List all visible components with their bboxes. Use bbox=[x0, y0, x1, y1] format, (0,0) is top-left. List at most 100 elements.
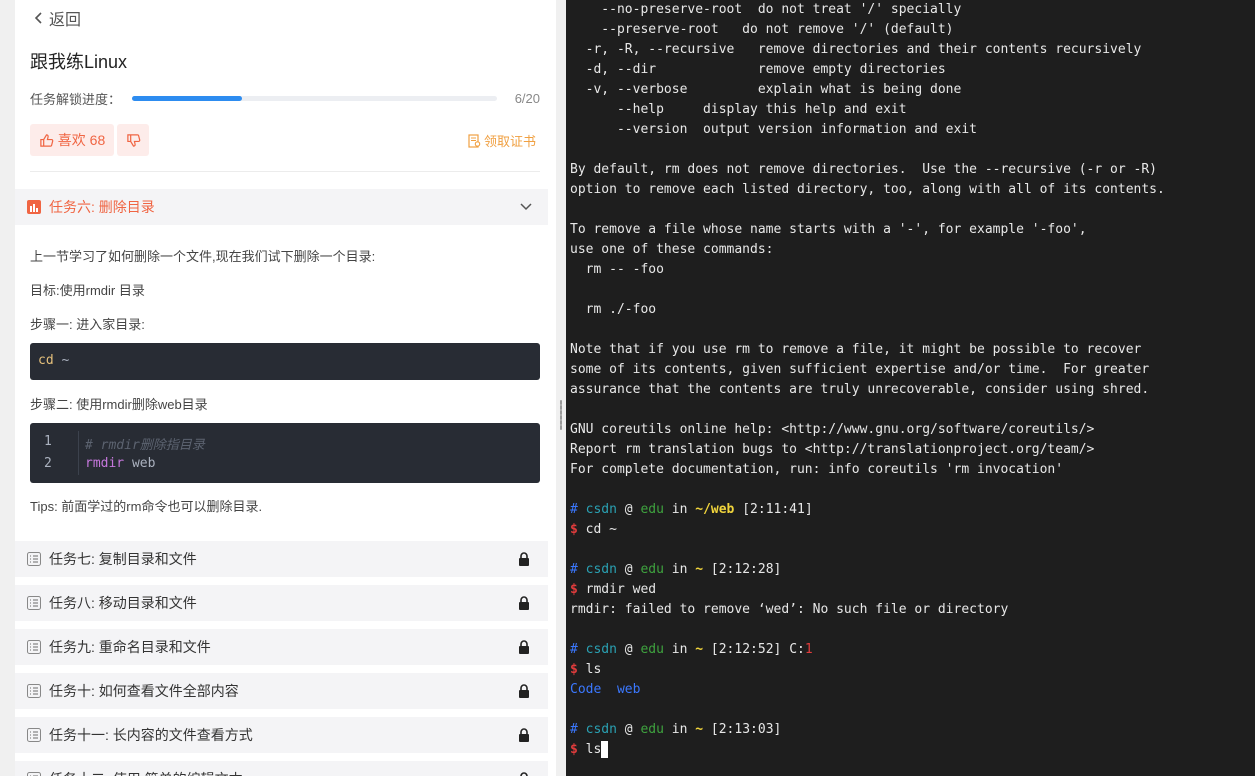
terminal-output-line: assurance that the contents are truly un… bbox=[570, 380, 1149, 400]
output-text: some of its contents, given sufficient e… bbox=[570, 362, 1150, 377]
output-text: -d, --dir remove empty directories bbox=[570, 62, 946, 77]
prompt-host: edu bbox=[640, 642, 664, 657]
progress-count: 6/20 bbox=[514, 90, 540, 106]
exit-label: C: bbox=[789, 642, 805, 657]
prompt-in: in bbox=[671, 562, 688, 577]
code-line: rmdir web bbox=[85, 456, 155, 471]
code-argument: web bbox=[131, 456, 156, 471]
output-text: For complete documentation, run: info co… bbox=[570, 462, 1064, 477]
prompt-dollar: $ bbox=[570, 582, 578, 597]
output-text: rm ./-foo bbox=[570, 302, 657, 317]
prompt-at: @ bbox=[624, 642, 633, 657]
terminal-output-line: use one of these commands: bbox=[570, 240, 774, 260]
terminal-output-line: Note that if you use rm to remove a file… bbox=[570, 340, 1141, 360]
terminal-prompt: # csdn @ edu in ~/web [2:11:41] bbox=[570, 500, 813, 520]
code-command: cd bbox=[38, 353, 54, 368]
code-block-step1: cd ~ bbox=[30, 343, 540, 380]
line-number: 1 bbox=[44, 434, 52, 449]
unlock-progress: 任务解锁进度： 6/20 bbox=[30, 89, 540, 107]
output-text: To remove a file whose name starts with … bbox=[570, 222, 1087, 237]
panel-splitter[interactable] bbox=[556, 0, 566, 776]
task-title: 任务六: 删除目录 bbox=[49, 199, 155, 215]
prompt-user: csdn bbox=[585, 642, 617, 657]
output-text: --preserve-root do not remove '/' (defau… bbox=[570, 22, 954, 37]
task-row-locked[interactable]: 任务九: 重命名目录和文件 bbox=[15, 629, 548, 665]
prompt-host: edu bbox=[640, 562, 664, 577]
terminal-output-line: -r, -R, --recursive remove directories a… bbox=[570, 40, 1142, 60]
certificate-label: 领取证书 bbox=[484, 134, 537, 149]
list-icon bbox=[27, 772, 41, 776]
dislike-button[interactable] bbox=[117, 124, 149, 156]
chevron-down-icon[interactable] bbox=[520, 200, 532, 212]
task-title: 任务九: 重命名目录和文件 bbox=[49, 639, 211, 655]
prompt-at: @ bbox=[624, 502, 633, 517]
task-title: 任务八: 移动目录和文件 bbox=[49, 595, 197, 611]
output-text: assurance that the contents are truly un… bbox=[570, 382, 1150, 397]
task-row-locked[interactable]: 任务十一: 长内容的文件查看方式 bbox=[15, 717, 548, 753]
list-icon bbox=[27, 640, 41, 654]
code-comment: # rmdir删除指目录 bbox=[85, 438, 205, 453]
terminal-cursor bbox=[601, 741, 609, 758]
task-row-locked[interactable]: 任务八: 移动目录和文件 bbox=[15, 585, 548, 621]
task-row-locked[interactable]: 任务十二: 使用 简单的编辑文本 bbox=[15, 761, 548, 776]
list-icon bbox=[27, 684, 41, 698]
chevron-left-icon bbox=[34, 12, 42, 24]
output-text: GNU coreutils online help: <http://www.g… bbox=[570, 422, 1095, 437]
output-text: use one of these commands: bbox=[570, 242, 774, 257]
output-text: rmdir: failed to remove ‘wed’: No such f… bbox=[570, 602, 1009, 617]
progress-fill bbox=[132, 95, 242, 101]
code-argument: ~ bbox=[61, 353, 70, 368]
terminal-command-line: $ cd ~ bbox=[570, 520, 617, 540]
terminal-command-line: $ ls bbox=[570, 660, 601, 680]
terminal-output-line: --version output version information and… bbox=[570, 120, 977, 140]
back-label: 返回 bbox=[49, 12, 82, 29]
prompt-hash: # bbox=[570, 562, 578, 577]
list-icon bbox=[27, 728, 41, 742]
code-gutter bbox=[30, 431, 79, 475]
prompt-dir: ~/web bbox=[695, 502, 735, 517]
task-header-active[interactable]: 任务六: 删除目录 bbox=[15, 189, 548, 225]
terminal-output-line: By default, rm does not remove directori… bbox=[570, 160, 1157, 180]
task-tips: Tips: 前面学过的rm命令也可以删除目录. bbox=[30, 499, 263, 514]
prompt-dir: ~ bbox=[695, 642, 704, 657]
terminal-command-line: $ ls bbox=[570, 740, 609, 760]
prompt-at: @ bbox=[624, 562, 633, 577]
prompt-time: [2:12:28] bbox=[710, 562, 782, 577]
back-link[interactable]: 返回 bbox=[33, 6, 81, 30]
prompt-time: [2:12:52] bbox=[710, 642, 782, 657]
output-text: -v, --verbose explain what is being done bbox=[570, 82, 962, 97]
prompt-user: csdn bbox=[585, 562, 617, 577]
terminal-output-line: -d, --dir remove empty directories bbox=[570, 60, 946, 80]
prompt-time: [2:11:41] bbox=[742, 502, 813, 517]
terminal-output-line: Code web bbox=[570, 680, 640, 700]
prompt-dir: ~ bbox=[695, 562, 704, 577]
drag-handle-icon[interactable] bbox=[560, 400, 562, 430]
like-button[interactable]: 喜欢 68 bbox=[30, 124, 114, 156]
thumbs-down-icon bbox=[126, 133, 140, 147]
lock-icon bbox=[520, 772, 528, 776]
output-text: --version output version information and… bbox=[570, 122, 977, 137]
list-icon bbox=[27, 596, 41, 610]
terminal-output-line: -v, --verbose explain what is being done bbox=[570, 80, 962, 100]
prompt-in: in bbox=[671, 642, 688, 657]
output-text: By default, rm does not remove directori… bbox=[570, 162, 1157, 177]
output-text: rm -- -foo bbox=[570, 262, 664, 277]
prompt-hash: # bbox=[570, 502, 578, 517]
task-panel: 返回 跟我练Linux 任务解锁进度： 6/20 喜欢 68 领取证书 任务六:… bbox=[15, 0, 556, 776]
get-certificate-link[interactable]: 领取证书 bbox=[468, 131, 536, 150]
prompt-in: in bbox=[671, 502, 688, 517]
prompt-hash: # bbox=[570, 642, 578, 657]
prompt-at: @ bbox=[624, 722, 633, 737]
task-row-locked[interactable]: 任务十: 如何查看文件全部内容 bbox=[15, 673, 548, 709]
progress-bar bbox=[132, 95, 497, 101]
terminal[interactable]: --no-preserve-root do not treat '/' spec… bbox=[566, 0, 1255, 776]
task-title: 任务十: 如何查看文件全部内容 bbox=[49, 683, 239, 699]
lock-icon bbox=[519, 728, 529, 742]
code-keyword: rmdir bbox=[85, 456, 125, 471]
terminal-output-line: rm ./-foo bbox=[570, 300, 656, 320]
terminal-output-line: rm -- -foo bbox=[570, 260, 664, 280]
task-step2: 步骤二: 使用rmdir删除web目录 bbox=[30, 397, 208, 412]
code-line: cd ~ bbox=[38, 353, 69, 368]
output-text: option to remove each listed directory, … bbox=[570, 182, 1165, 197]
task-row-locked[interactable]: 任务七: 复制目录和文件 bbox=[15, 541, 548, 577]
